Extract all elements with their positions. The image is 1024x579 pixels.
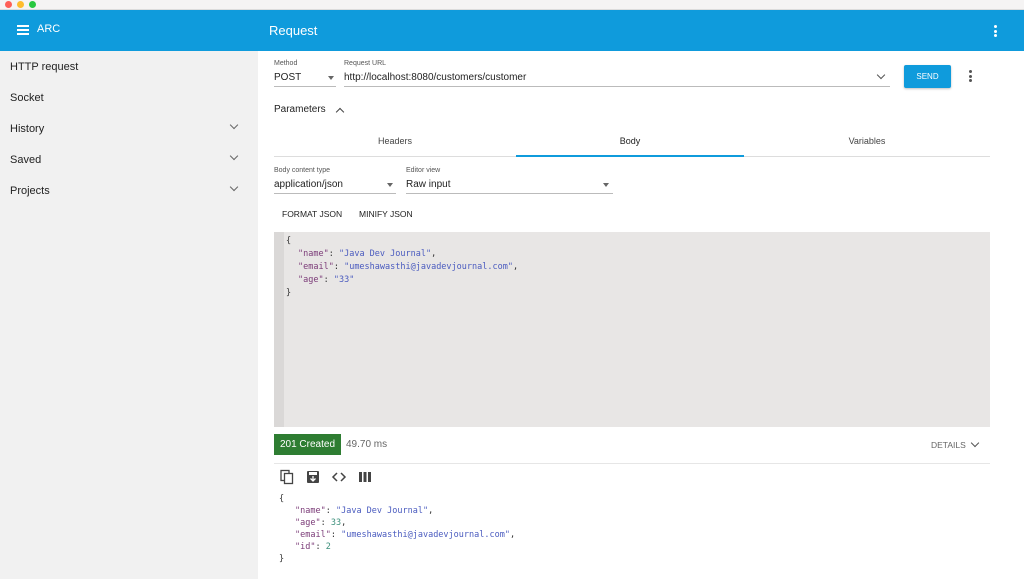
details-button[interactable]: DETAILS xyxy=(931,440,966,450)
json-key: "email" xyxy=(295,530,331,540)
sidebar-item-projects[interactable]: Projects xyxy=(0,175,258,206)
sidebar: HTTP request Socket History Saved Projec… xyxy=(0,51,258,579)
response-body: { "name": "Java Dev Journal", "age": 33,… xyxy=(274,494,990,574)
active-tab-indicator xyxy=(516,155,744,157)
json-value: "umeshawasthi@javadevjournal.com" xyxy=(341,530,510,540)
url-label: Request URL xyxy=(344,60,387,67)
sidebar-item-history[interactable]: History xyxy=(0,113,258,144)
zoom-window-button[interactable] xyxy=(29,1,36,8)
code-brace: } xyxy=(286,288,292,298)
json-value: 2 xyxy=(325,542,331,552)
code-line: "id": 2 xyxy=(295,542,331,552)
dropdown-arrow-icon[interactable] xyxy=(387,183,393,187)
dropdown-arrow-icon[interactable] xyxy=(603,183,609,187)
editor-view-label: Editor view xyxy=(406,167,441,174)
sidebar-item-socket[interactable]: Socket xyxy=(0,82,258,113)
chevron-down-icon[interactable] xyxy=(230,122,238,130)
body-editor[interactable]: { "name": "Java Dev Journal", "email": "… xyxy=(274,232,990,427)
chevron-down-icon xyxy=(972,440,979,447)
editor-gutter xyxy=(274,232,284,427)
sidebar-item-saved[interactable]: Saved xyxy=(0,144,258,175)
main-toolbar: Request xyxy=(258,10,1024,51)
code-line: "age": "33" xyxy=(298,275,355,285)
code-line: "age": 33, xyxy=(295,518,347,528)
sidebar-header: ARC xyxy=(0,10,258,51)
copy-icon[interactable] xyxy=(279,469,295,485)
url-underline xyxy=(344,86,890,87)
method-label: Method xyxy=(274,60,298,67)
editor-view-select[interactable]: Raw input xyxy=(406,179,450,190)
json-key: "age" xyxy=(298,275,324,285)
status-badge: 201 Created xyxy=(274,434,341,455)
url-input[interactable]: http://localhost:8080/customers/customer xyxy=(344,72,526,83)
chevron-down-icon[interactable] xyxy=(878,72,885,79)
close-window-button[interactable] xyxy=(5,1,12,8)
code-brace: { xyxy=(279,494,285,504)
format-json-button[interactable]: FORMAT JSON xyxy=(282,209,342,219)
response-time: 49.70 ms xyxy=(346,439,388,450)
page-title: Request xyxy=(269,23,318,38)
menu-icon[interactable] xyxy=(17,25,29,35)
content-type-label: Body content type xyxy=(274,167,331,174)
send-button[interactable]: SEND xyxy=(904,65,951,88)
minimize-window-button[interactable] xyxy=(17,1,24,8)
content-type-underline xyxy=(274,193,396,194)
sidebar-item-label: Projects xyxy=(10,185,50,197)
chevron-down-icon[interactable] xyxy=(230,153,238,161)
content-type-select[interactable]: application/json xyxy=(274,179,343,190)
tab-variables[interactable]: Variables xyxy=(744,136,990,146)
chevron-down-icon[interactable] xyxy=(230,184,238,192)
code-line: "email": "umeshawasthi@javadevjournal.co… xyxy=(298,262,519,272)
sidebar-item-label: Socket xyxy=(10,92,44,104)
window-titlebar xyxy=(0,0,1024,10)
json-key: "id" xyxy=(295,542,316,552)
code-line: "name": "Java Dev Journal", xyxy=(295,506,434,516)
code-brace: } xyxy=(279,554,285,564)
sidebar-item-label: Saved xyxy=(10,154,42,166)
json-key: "age" xyxy=(295,518,321,528)
chevron-up-icon[interactable] xyxy=(337,107,344,114)
more-vert-icon[interactable] xyxy=(994,25,998,37)
save-icon[interactable] xyxy=(305,469,321,485)
method-select[interactable]: POST xyxy=(274,72,301,83)
code-brace: { xyxy=(286,236,292,246)
json-key: "name" xyxy=(298,249,329,259)
code-line: "email": "umeshawasthi@javadevjournal.co… xyxy=(295,530,516,540)
json-key: "name" xyxy=(295,506,326,516)
more-vert-icon[interactable] xyxy=(969,70,973,82)
tab-body[interactable]: Body xyxy=(516,136,744,146)
code-line: "name": "Java Dev Journal", xyxy=(298,249,437,259)
sidebar-item-label: HTTP request xyxy=(10,61,79,73)
json-value: "33" xyxy=(333,275,355,285)
json-value: "Java Dev Journal" xyxy=(338,249,432,259)
json-value: "Java Dev Journal" xyxy=(335,506,429,516)
sidebar-item-label: History xyxy=(10,123,45,135)
method-underline xyxy=(274,86,336,87)
json-value: 33 xyxy=(330,518,342,528)
columns-icon[interactable] xyxy=(357,469,373,485)
editor-view-underline xyxy=(406,193,613,194)
parameters-toggle[interactable]: Parameters xyxy=(274,104,326,115)
code-icon[interactable] xyxy=(331,469,347,485)
sidebar-item-http-request[interactable]: HTTP request xyxy=(0,51,258,82)
minify-json-button[interactable]: MINIFY JSON xyxy=(359,209,413,219)
json-value: "umeshawasthi@javadevjournal.com" xyxy=(344,262,513,272)
json-key: "email" xyxy=(298,262,334,272)
response-divider xyxy=(274,463,990,464)
details-label: DETAILS xyxy=(931,440,966,450)
tab-headers[interactable]: Headers xyxy=(274,136,516,146)
app-title: ARC xyxy=(37,23,61,35)
dropdown-arrow-icon[interactable] xyxy=(328,76,334,80)
